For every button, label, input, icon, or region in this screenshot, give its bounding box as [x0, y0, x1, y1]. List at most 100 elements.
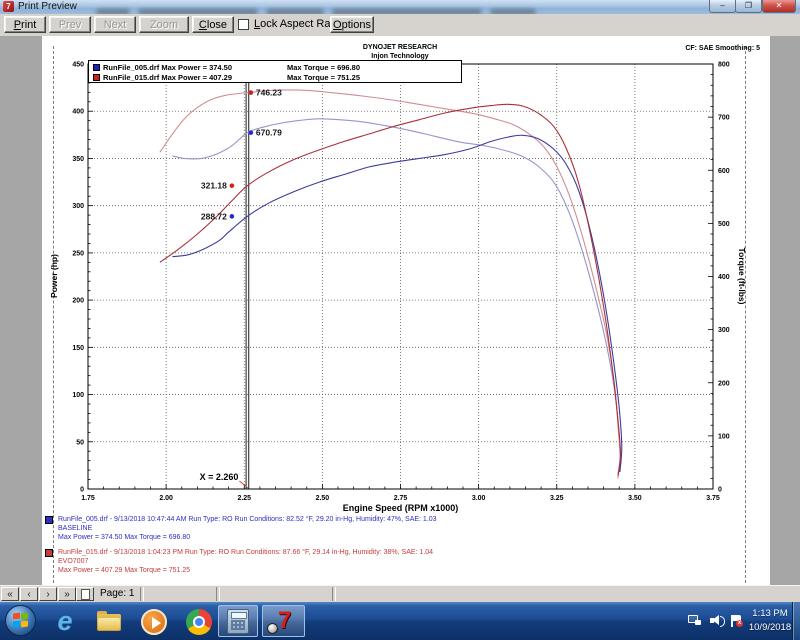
screen: 7 Print Preview – ❐ ✕ Print Prev Next Zo…: [0, 0, 800, 640]
winpep7-taskbar-button[interactable]: 7: [262, 605, 305, 637]
y-right-tick-label: 300: [718, 327, 730, 334]
x-tick-label: 3.50: [628, 495, 642, 502]
next-button[interactable]: Next: [94, 16, 136, 33]
document-icon: [81, 589, 90, 600]
run-line1: RunFile_005.drf - 9/13/2018 10:47:44 AM …: [58, 516, 437, 523]
y-right-tick-label: 100: [718, 433, 730, 440]
statusbar-separator: [332, 587, 336, 601]
legend-swatch-red: [93, 74, 100, 81]
next-page-button[interactable]: ›: [39, 587, 57, 601]
x-tick-label: 3.75: [706, 495, 720, 502]
show-desktop-button[interactable]: [792, 602, 800, 640]
close-window-button[interactable]: ✕: [762, 0, 796, 13]
volume-icon[interactable]: [710, 615, 725, 627]
legend-row: RunFile_005.drf Max Power = 374.50 Max T…: [89, 63, 461, 73]
annotation-dot: [248, 130, 254, 135]
annotation-dot: [248, 90, 254, 95]
x-tick-label: 2.25: [237, 495, 251, 502]
legend-text: RunFile_005.drf Max Power = 374.50: [103, 63, 233, 72]
chrome-icon[interactable]: [186, 609, 212, 635]
explorer-folder-icon[interactable]: [96, 609, 122, 635]
annotation-value: 670.79: [256, 128, 282, 138]
first-page-button[interactable]: «: [1, 587, 19, 601]
annotation-dot: [229, 183, 235, 188]
legend-row: RunFile_015.drf Max Power = 407.29 Max T…: [89, 73, 461, 83]
network-icon[interactable]: [688, 615, 701, 625]
print-button[interactable]: Print: [4, 16, 46, 33]
x-tick-label: 2.50: [316, 495, 330, 502]
windows-flag-icon: [13, 612, 20, 620]
y-left-tick-label: 50: [76, 439, 84, 446]
action-center-flag-icon[interactable]: x: [731, 615, 743, 627]
y-right-tick-label: 600: [718, 168, 730, 175]
y-left-tick-label: 150: [72, 345, 84, 352]
x-tick-label: 3.00: [472, 495, 486, 502]
calculator-taskbar-button[interactable]: [218, 605, 258, 637]
statusbar-separator: [216, 587, 220, 601]
page-number-label: Page: 1: [100, 588, 135, 599]
legend-swatch-blue: [93, 64, 100, 71]
media-player-icon[interactable]: [141, 609, 167, 635]
run-line2: EVO7007: [58, 558, 89, 565]
x-tick-label: 1.75: [81, 495, 95, 502]
minimize-button[interactable]: –: [709, 0, 736, 13]
x-tick-label: 2.75: [394, 495, 408, 502]
y-axis-title-right: Torque (ft-lbs): [737, 248, 747, 305]
restore-button[interactable]: ❐: [735, 0, 762, 13]
page-layout-button[interactable]: [76, 587, 94, 601]
winpep-app-icon: 7: [3, 1, 14, 12]
y-right-tick-label: 800: [718, 62, 730, 69]
calculator-icon: [227, 609, 249, 634]
annotation-value: 746.23: [256, 88, 282, 98]
y-axis-title-left: Power (hp): [49, 254, 59, 298]
y-left-tick-label: 400: [72, 109, 84, 116]
lock-aspect-checkbox[interactable]: [238, 19, 249, 30]
preview-area: DYNOJET RESEARCH Injon Technology CF: SA…: [0, 36, 800, 585]
y-left-tick-label: 100: [72, 392, 84, 399]
y-right-tick-label: 200: [718, 380, 730, 387]
clock-time: 1:13 PM: [752, 608, 788, 619]
y-left-tick-label: 0: [80, 487, 84, 494]
y-right-tick-label: 400: [718, 274, 730, 281]
clock-date: 10/9/2018: [748, 622, 792, 633]
run-swatch-red: [45, 549, 53, 557]
y-left-tick-label: 250: [72, 250, 84, 257]
cursor-pointer-line: [239, 480, 249, 489]
y-left-tick-label: 450: [72, 62, 84, 69]
options-button[interactable]: Options: [330, 16, 374, 33]
statusbar-separator: [140, 587, 144, 601]
x-tick-label: 2.00: [159, 495, 173, 502]
chart-legend: RunFile_005.drf Max Power = 374.50 Max T…: [88, 60, 462, 83]
start-button[interactable]: [5, 605, 36, 636]
print-preview-toolbar: Print Prev Next Zoom Out Close Lock Aspe…: [0, 14, 800, 47]
series-curve-0: [172, 118, 621, 475]
series-curve-2: [172, 134, 623, 473]
annotation-value: 288.72: [201, 211, 227, 221]
legend-torque: Max Torque = 751.25: [287, 73, 361, 82]
window-title: Print Preview: [18, 1, 77, 12]
status-bar: « ‹ › » Page: 1: [0, 585, 800, 603]
soccer-ball-icon: [267, 623, 278, 634]
close-preview-button[interactable]: Close: [192, 16, 234, 33]
run-info-evo: RunFile_015.drf - 9/13/2018 1:04:23 PM R…: [45, 548, 745, 575]
run-info-baseline: RunFile_005.drf - 9/13/2018 10:47:44 AM …: [45, 515, 745, 542]
legend-text: RunFile_015.drf Max Power = 407.29: [103, 73, 233, 82]
zoom-out-button[interactable]: Zoom Out: [139, 16, 189, 47]
title-bar: 7 Print Preview – ❐ ✕: [0, 0, 800, 15]
prev-button[interactable]: Prev: [49, 16, 91, 33]
taskbar-clock[interactable]: 1:13 PM 10/9/2018: [745, 607, 795, 635]
series-curve-3: [159, 103, 622, 476]
internet-explorer-icon[interactable]: e: [52, 608, 78, 635]
taskbar: e 7 x 1:13 PM 10/9/2018: [0, 602, 800, 640]
x-axis-title: Engine Speed (RPM x1000): [343, 503, 459, 513]
annotation-dot: [229, 214, 235, 219]
y-right-tick-label: 0: [718, 487, 722, 494]
run-line3: Max Power = 374.50 Max Torque = 696.80: [58, 534, 191, 541]
cursor-x-label: X = 2.260: [200, 472, 239, 482]
annotation-value: 321.18: [201, 181, 227, 191]
y-right-tick-label: 500: [718, 221, 730, 228]
lock-aspect-label: Lock Aspect Ratio: [254, 18, 343, 30]
run-line1: RunFile_015.drf - 9/13/2018 1:04:23 PM R…: [58, 549, 434, 556]
last-page-button[interactable]: »: [58, 587, 76, 601]
prev-page-button[interactable]: ‹: [20, 587, 38, 601]
